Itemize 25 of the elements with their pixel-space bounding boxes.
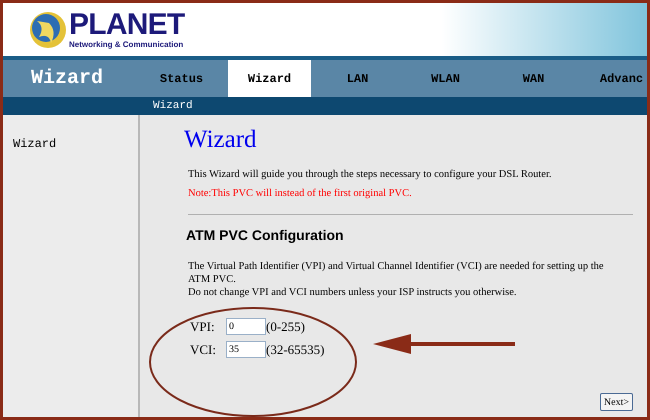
description-text: Do not change VPI and VCI numbers unless your ISP instructs you otherwise. (188, 286, 518, 298)
section-title: ATM PVC Configuration (186, 226, 344, 245)
intro-text: This Wizard will guide you through the steps necessary to configure your DSL Router. (188, 168, 552, 182)
nav-tab[interactable]: WLAN (404, 60, 487, 97)
next-button[interactable]: Next> (600, 393, 633, 411)
range-hint: (32-65535) (266, 341, 324, 359)
nav-tab[interactable]: Status (140, 60, 223, 97)
page-heading: Wizard (184, 125, 257, 155)
logo-wordmark: PLANET (69, 10, 184, 40)
logo-tagline: Networking & Communication (69, 40, 184, 50)
nav-tab[interactable]: Wizard (228, 60, 311, 97)
description-text: The Virtual Path Identifier (VPI) and Virtual Channel Identifier (VCI) are needed for setting up the ATM PVC. (188, 260, 605, 286)
text-input-field[interactable]: 0 (226, 318, 266, 335)
text-input-field[interactable]: 35 (226, 341, 266, 358)
nav-tab[interactable]: Advanc (580, 60, 647, 97)
range-hint: (0-255) (266, 318, 305, 336)
field-label: VCI: (190, 341, 217, 359)
sub-nav-link[interactable]: Wizard (153, 98, 193, 114)
nav-tab[interactable]: WAN (492, 60, 575, 97)
globe-logo-icon (29, 10, 67, 48)
note-text: Note:This PVC will instead of the first original PVC. (188, 186, 412, 201)
nav-tab[interactable]: LAN (316, 60, 399, 97)
nav-title: Wizard (30, 66, 104, 92)
sidebar-link[interactable]: Wizard (13, 135, 138, 153)
field-label: VPI: (190, 318, 216, 336)
